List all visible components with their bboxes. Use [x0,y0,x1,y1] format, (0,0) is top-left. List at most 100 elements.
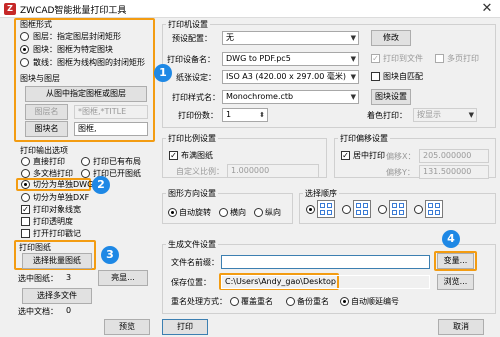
layer-name-button[interactable]: 图层名 [25,104,68,120]
drawing-group-title: 打印图纸 [19,243,51,252]
preset-label: 预设配置： [172,34,212,43]
save-path-input[interactable]: C:\Users\Andy_gao\Desktop [221,275,430,289]
order-2-radio[interactable] [342,205,351,214]
close-icon[interactable]: ✕ [476,1,498,17]
cancel-button[interactable]: 取消 [438,319,484,335]
selected-drawings-label: 选中图纸： [18,274,58,283]
color-print-select[interactable]: 按显示 ▼ [413,108,477,122]
print-button[interactable]: 打印 [162,319,208,335]
style-select[interactable]: Monochrome.ctb ▼ [222,90,359,104]
scale-group-title: 打印比例设置 [166,133,218,144]
stamp-label: 打开打印戳记 [33,229,81,238]
output-group-title: 打印输出选项 [20,146,68,155]
preset-select[interactable]: 无 ▼ [222,31,359,45]
block-settings-button[interactable]: 图块设置 [371,89,411,105]
order-4-radio[interactable] [414,205,423,214]
paper-label: 纸张设定： [176,73,216,82]
prefix-input[interactable] [221,255,430,269]
block-name-button[interactable]: 图块名 [25,121,68,137]
direct-print-radio[interactable] [21,157,30,166]
device-select[interactable]: DWG to PDF.pc5 ▼ [222,52,359,66]
chevron-down-icon: ▼ [350,34,356,42]
shape-rect-radio[interactable] [20,32,29,41]
copies-label: 打印份数： [178,111,218,120]
style-value: Monochrome.ctb [226,92,294,101]
order-tb-rl-icon [425,200,443,218]
color-print-value: 按显示 [417,110,441,119]
blocklayer-group-title: 图块与图层 [20,74,60,83]
offset-y-label: 偏移Y： [386,168,415,177]
select-drawings-button[interactable]: 选择批量图纸 [22,253,92,269]
offset-x-label: 偏移X： [386,152,416,161]
shape-polyline-radio[interactable] [20,58,29,67]
browse-button[interactable]: 浏览... [437,274,474,290]
prefix-label: 文件名前缀： [171,258,219,267]
print-layout-radio[interactable] [81,157,90,166]
print-opened-radio[interactable] [81,169,90,178]
chevron-down-icon: ▼ [350,93,356,101]
copies-value: 1 [226,110,232,119]
offset-group-title: 打印偏移设置 [338,133,390,144]
rename-label: 重名处理方式： [171,297,227,306]
fit-paper-checkbox[interactable]: ✓ [169,151,178,160]
order-1-radio[interactable] [306,205,315,214]
portrait-label: 纵向 [265,208,281,217]
shape-polyline-label: 散线：图框为线构图的封闭矩形 [33,58,145,67]
block-name-input[interactable]: 图框, [74,122,148,136]
print-to-file-checkbox[interactable]: ✓ [371,54,380,63]
chevron-down-icon: ▼ [468,111,474,119]
shape-group-title: 图框形式 [20,20,52,29]
backup-radio[interactable] [286,297,295,306]
style-label: 打印样式名： [172,93,220,102]
overwrite-radio[interactable] [230,297,239,306]
multi-page-checkbox[interactable] [435,54,444,63]
shape-block-radio[interactable] [20,45,29,54]
landscape-radio[interactable] [219,208,228,217]
step-badge-1: 1 [154,64,172,82]
highlight-button[interactable]: 亮显... [98,270,148,286]
order-lr-tb-icon [317,200,335,218]
selected-doc-count: 0 [66,306,72,315]
transparency-label: 打印透明度 [33,217,73,226]
auto-number-radio[interactable] [340,297,349,306]
multi-file-button[interactable]: 选择多文件 [22,288,92,304]
order-tb-lr-icon [353,200,371,218]
shape-rect-label: 图层：指定图层封闭矩形 [33,32,121,41]
generate-group-title: 生成文件设置 [166,239,218,250]
offset-x-input[interactable]: 205.000000 [419,149,489,163]
portrait-radio[interactable] [254,208,263,217]
print-layout-label: 打印已有布局 [93,157,141,166]
printer-group-title: 打印机设置 [166,19,210,30]
stamp-checkbox[interactable] [21,229,30,238]
auto-rotate-radio[interactable] [168,208,177,217]
paper-select[interactable]: ISO A3 (420.00 x 297.00 毫米) ▼ [222,70,359,84]
preset-value: 无 [226,33,234,42]
overwrite-label: 覆盖重名 [241,297,273,306]
split-dwg-label: 切分为单独DWG [33,180,94,189]
multi-page-label: 多页打印 [447,54,479,63]
preview-button[interactable]: 预览 [104,319,150,335]
transparency-checkbox[interactable] [21,217,30,226]
multi-doc-radio[interactable] [21,169,30,178]
selected-doc-label: 选中文档： [18,307,58,316]
print-to-file-label: 打印到文件 [383,54,423,63]
custom-scale-input[interactable]: 1.000000 [227,164,319,178]
center-print-label: 居中打印 [353,151,385,160]
spinner-icon: ⬍ [259,111,265,119]
split-dxf-radio[interactable] [21,193,30,202]
pen-width-checkbox[interactable]: ✓ [21,205,30,214]
order-rl-tb-icon [389,200,407,218]
modify-button[interactable]: 修改 [371,30,411,46]
order-3-radio[interactable] [378,205,387,214]
auto-match-checkbox[interactable] [371,72,380,81]
copies-input[interactable]: 1 ⬍ [222,108,268,122]
center-print-checkbox[interactable]: ✓ [341,151,350,160]
paper-value: ISO A3 (420.00 x 297.00 毫米) [226,72,346,81]
offset-y-input[interactable]: 131.500000 [419,165,489,179]
window-title: ZWCAD智能批量打印工具 [20,6,127,16]
variable-button[interactable]: 变量... [437,253,474,269]
pick-frame-button[interactable]: 从图中指定图框或图层 [25,86,147,102]
device-value: DWG to PDF.pc5 [226,54,291,63]
layer-name-input[interactable]: *图框,*TITLE [74,105,148,119]
split-dwg-radio[interactable] [21,180,30,189]
